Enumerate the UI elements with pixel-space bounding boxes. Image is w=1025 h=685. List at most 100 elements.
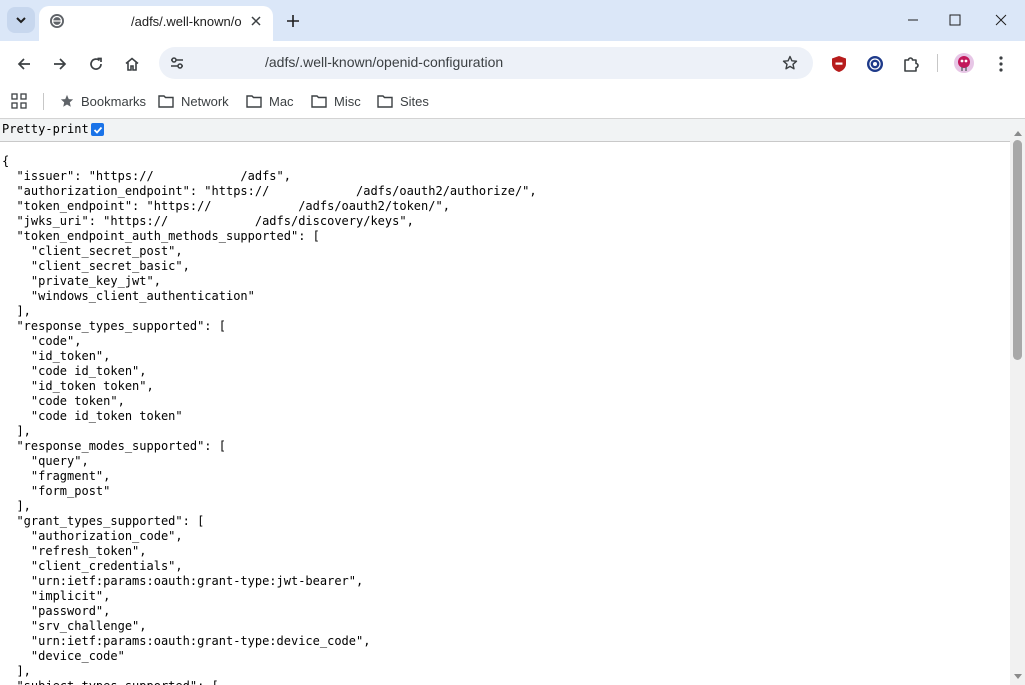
bookmark-label: Network bbox=[181, 93, 229, 109]
globe-icon bbox=[50, 14, 64, 28]
bookmark-item-mac[interactable]: Mac bbox=[246, 91, 294, 111]
scrollbar-thumb[interactable] bbox=[1013, 140, 1022, 360]
extension-shield-button[interactable] bbox=[828, 53, 850, 75]
json-line: "id_token token", bbox=[2, 379, 154, 393]
json-line: "response_types_supported": [ bbox=[2, 319, 226, 333]
arrow-left-icon bbox=[17, 58, 30, 70]
new-tab-button[interactable] bbox=[282, 10, 304, 32]
close-icon bbox=[995, 14, 1007, 26]
bookmark-item-network[interactable]: Network bbox=[158, 91, 229, 111]
json-line: "form_post" bbox=[2, 484, 111, 498]
close-icon bbox=[251, 16, 261, 26]
minimize-icon bbox=[908, 19, 918, 21]
json-line: "client_secret_post", bbox=[2, 244, 183, 258]
extension-badge-button[interactable] bbox=[864, 53, 886, 75]
json-line: "id_token", bbox=[2, 349, 111, 363]
tune-icon bbox=[171, 57, 183, 69]
menu-button[interactable] bbox=[990, 53, 1012, 75]
browser-tab[interactable]: /adfs/.well-known/o bbox=[39, 6, 273, 41]
plus-icon bbox=[287, 15, 299, 27]
folder-icon bbox=[158, 95, 174, 108]
bookmark-label: Mac bbox=[269, 93, 294, 109]
close-window-button[interactable] bbox=[979, 5, 1023, 35]
json-line: "private_key_jwt", bbox=[2, 274, 161, 288]
json-line: "urn:ietf:params:oauth:grant-type:device… bbox=[2, 634, 371, 648]
json-line: "query", bbox=[2, 454, 89, 468]
chevron-down-icon bbox=[16, 17, 26, 24]
avatar-icon bbox=[954, 53, 974, 73]
star-outline-icon bbox=[782, 55, 798, 70]
tab-search-button[interactable] bbox=[7, 7, 35, 33]
json-line: "jwks_uri": "https:// /adfs/discovery/ke… bbox=[2, 214, 414, 228]
maximize-icon bbox=[949, 14, 961, 26]
pretty-print-bar: Pretty-print bbox=[0, 119, 1025, 142]
bookmark-label: Sites bbox=[400, 93, 429, 109]
back-button[interactable] bbox=[10, 50, 38, 78]
maximize-button[interactable] bbox=[933, 5, 977, 35]
json-line: "code id_token token" bbox=[2, 409, 183, 423]
toolbar: /adfs/.well-known/openid-configuration bbox=[0, 41, 1025, 85]
json-line: "authorization_endpoint": "https:// /adf… bbox=[2, 184, 537, 198]
json-line: "client_secret_basic", bbox=[2, 259, 190, 273]
badge-icon bbox=[867, 56, 883, 72]
folder-icon bbox=[311, 95, 327, 108]
json-line: "refresh_token", bbox=[2, 544, 147, 558]
reload-icon bbox=[90, 57, 102, 70]
apps-grid-icon bbox=[11, 93, 27, 109]
json-line: "urn:ietf:params:oauth:grant-type:jwt-be… bbox=[2, 574, 364, 588]
toolbar-divider bbox=[937, 54, 938, 72]
json-line: "client_credentials", bbox=[2, 559, 183, 573]
json-line: "srv_challenge", bbox=[2, 619, 147, 633]
profile-avatar[interactable] bbox=[953, 52, 975, 74]
minimize-button[interactable] bbox=[891, 5, 935, 35]
home-button[interactable] bbox=[118, 50, 146, 78]
json-line: ], bbox=[2, 499, 31, 513]
json-line: "authorization_code", bbox=[2, 529, 183, 543]
title-bar: /adfs/.well-known/o bbox=[0, 0, 1025, 41]
json-line: ], bbox=[2, 664, 31, 678]
bookmark-item-sites[interactable]: Sites bbox=[377, 91, 429, 111]
json-content: { "issuer": "https:// /adfs", "authoriza… bbox=[0, 142, 1010, 685]
json-line: "token_endpoint": "https:// /adfs/oauth2… bbox=[2, 199, 450, 213]
folder-icon bbox=[377, 95, 393, 108]
json-line: "subject_types_supported": [ bbox=[2, 679, 218, 685]
json-line: "code token", bbox=[2, 394, 125, 408]
json-line: ], bbox=[2, 424, 31, 438]
shield-icon bbox=[832, 56, 846, 72]
check-icon bbox=[93, 126, 102, 134]
puzzle-icon bbox=[904, 57, 919, 72]
address-bar[interactable]: /adfs/.well-known/openid-configuration bbox=[159, 47, 813, 79]
bookmark-item-misc[interactable]: Misc bbox=[311, 91, 361, 111]
json-line: "fragment", bbox=[2, 469, 111, 483]
bookmark-star-button[interactable] bbox=[778, 51, 802, 75]
json-line: "code id_token", bbox=[2, 364, 147, 378]
pretty-print-checkbox[interactable] bbox=[91, 123, 104, 136]
scroll-down-arrow-icon[interactable] bbox=[1014, 674, 1022, 679]
arrow-right-icon bbox=[54, 58, 67, 70]
extensions-button[interactable] bbox=[900, 53, 922, 75]
bookmarks-divider bbox=[43, 93, 44, 110]
json-line: { bbox=[2, 154, 10, 168]
url-text: /adfs/.well-known/openid-configuration bbox=[265, 54, 504, 70]
home-icon bbox=[125, 57, 139, 71]
json-line: "implicit", bbox=[2, 589, 111, 603]
bookmark-label: Misc bbox=[334, 93, 361, 109]
scroll-up-arrow-icon[interactable] bbox=[1014, 131, 1022, 136]
apps-button[interactable] bbox=[11, 91, 34, 111]
bookmarks-bar: Bookmarks Network Mac Misc Sites bbox=[0, 85, 1025, 119]
json-line: "token_endpoint_auth_methods_supported":… bbox=[2, 229, 320, 243]
json-line: "response_modes_supported": [ bbox=[2, 439, 226, 453]
json-line: "code", bbox=[2, 334, 82, 348]
json-line: "grant_types_supported": [ bbox=[2, 514, 205, 528]
json-line: "device_code" bbox=[2, 649, 125, 663]
site-info-button[interactable] bbox=[165, 51, 189, 75]
tab-close-button[interactable] bbox=[247, 12, 265, 30]
json-line: "windows_client_authentication" bbox=[2, 289, 255, 303]
more-vert-icon bbox=[999, 56, 1003, 72]
reload-button[interactable] bbox=[82, 50, 110, 78]
forward-button[interactable] bbox=[46, 50, 74, 78]
json-line: ], bbox=[2, 304, 31, 318]
bookmark-label: Bookmarks bbox=[81, 93, 147, 109]
bookmark-item-bookmarks[interactable]: Bookmarks bbox=[60, 91, 146, 111]
json-line: "password", bbox=[2, 604, 111, 618]
